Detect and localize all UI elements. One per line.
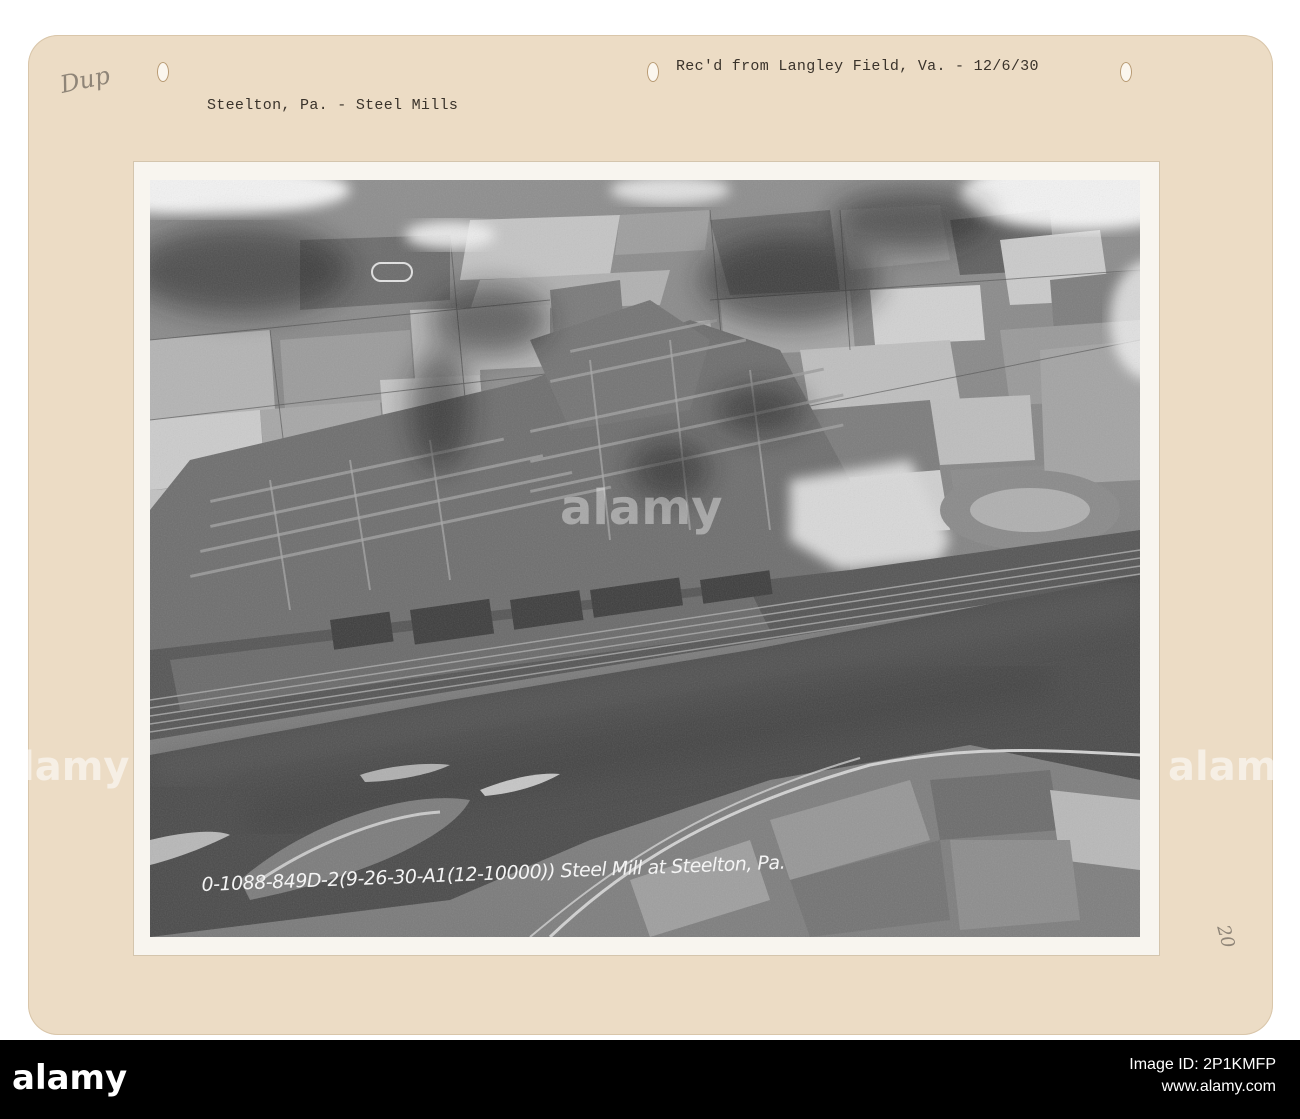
card-header-location: Steelton, Pa. - Steel Mills bbox=[207, 97, 459, 114]
punch-hole-center bbox=[647, 62, 659, 82]
aerial-photograph bbox=[150, 180, 1140, 937]
watermark-top-3: alamy bbox=[610, 0, 712, 13]
watermark-left: alamy bbox=[0, 744, 130, 790]
footer-bar bbox=[0, 1040, 1300, 1119]
footer-info: Image ID: 2P1KMFP www.alamy.com bbox=[1129, 1054, 1276, 1098]
watermark-right: alamy bbox=[1168, 744, 1300, 790]
punch-hole-left bbox=[157, 62, 169, 82]
watermark-center: alamy bbox=[560, 480, 723, 536]
watermark-top-2: alamy bbox=[280, 0, 382, 13]
alamy-logo[interactable]: alamy bbox=[12, 1058, 127, 1098]
site-url[interactable]: www.alamy.com bbox=[1129, 1076, 1276, 1098]
image-id: Image ID: 2P1KMFP bbox=[1129, 1056, 1276, 1073]
watermark-top-4: alamy bbox=[930, 0, 1032, 13]
card-header-received: Rec'd from Langley Field, Va. - 12/6/30 bbox=[676, 58, 1039, 75]
aerial-photo-drawing bbox=[150, 180, 1140, 937]
punch-hole-right bbox=[1120, 62, 1132, 82]
watermark-top-1: alamy bbox=[30, 0, 132, 13]
